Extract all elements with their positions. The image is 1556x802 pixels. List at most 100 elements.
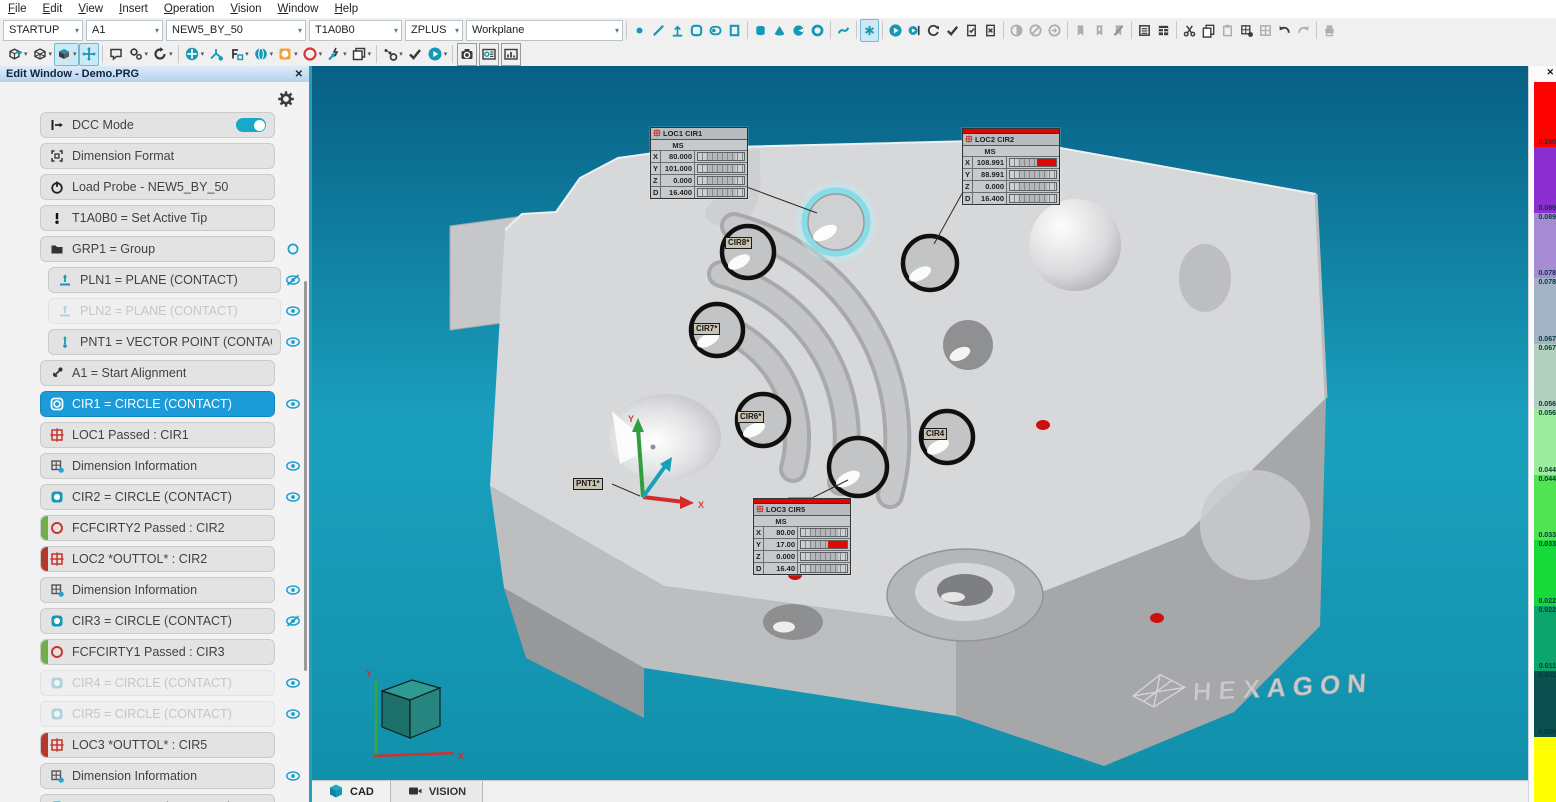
eye-icon[interactable]: [285, 706, 301, 722]
execute-feature-icon[interactable]: [905, 19, 924, 42]
menu-view[interactable]: View: [70, 0, 111, 18]
point-feature-icon[interactable]: [630, 19, 649, 42]
dimension-annotation-loc1-cir1[interactable]: LOC1 CIR1MSX80.000Y101.000Z0.000D16.400: [650, 127, 748, 199]
command-cir5-circle-contact[interactable]: CIR5 = CIRCLE (CONTACT): [40, 701, 275, 727]
feature-tag-cir7[interactable]: CIR7*: [693, 323, 720, 335]
selected-circle-highlight[interactable]: [802, 188, 870, 256]
program-cancel-icon[interactable]: [981, 19, 1000, 42]
eye-icon[interactable]: [285, 768, 301, 784]
wireframe-view-icon[interactable]: ▾: [30, 43, 55, 66]
command-cir2-circle-contact[interactable]: CIR2 = CIRCLE (CONTACT): [40, 484, 275, 510]
circle-feature-icon[interactable]: [687, 19, 706, 42]
command-loc1-passed-cir1[interactable]: LOC1 Passed : CIR1: [40, 422, 275, 448]
command-cir1-circle-contact[interactable]: CIR1 = CIRCLE (CONTACT): [40, 391, 275, 417]
axis-combo[interactable]: A1▾: [86, 20, 163, 41]
cone-feature-icon[interactable]: [770, 19, 789, 42]
print-icon[interactable]: [1320, 19, 1339, 42]
redo-icon[interactable]: [1294, 19, 1313, 42]
paste-special-icon[interactable]: [1237, 19, 1256, 42]
goto-icon[interactable]: [1045, 19, 1064, 42]
program-verify-icon[interactable]: [962, 19, 981, 42]
vector-point-feature-icon[interactable]: [668, 19, 687, 42]
view-rosette-icon[interactable]: ▾: [182, 43, 207, 66]
copy-icon[interactable]: [1199, 19, 1218, 42]
pan-view-icon[interactable]: [79, 43, 99, 66]
edit-window-scrollbar[interactable]: [304, 281, 307, 671]
report-template-icon[interactable]: [1154, 19, 1173, 42]
eye-icon[interactable]: [285, 489, 301, 505]
cad-viewport[interactable]: HEXAGON X Y Y X: [312, 66, 1528, 780]
command-loc2-outtol-cir2[interactable]: LOC2 *OUTTOL* : CIR2: [40, 546, 275, 572]
eye-off-icon[interactable]: [285, 613, 301, 629]
annotation-icon[interactable]: [106, 43, 126, 66]
gear-icon[interactable]: [277, 90, 295, 108]
command-cir4-circle-contact[interactable]: CIR4 = CIRCLE (CONTACT): [40, 670, 275, 696]
menu-edit[interactable]: Edit: [35, 0, 71, 18]
pattern-icon[interactable]: [1256, 19, 1275, 42]
menu-window[interactable]: Window: [270, 0, 327, 18]
command-fcfcirty2-passed-cir2[interactable]: FCFCIRTY2 Passed : CIR2: [40, 515, 275, 541]
eye-icon[interactable]: [285, 303, 301, 319]
solid-view-icon[interactable]: ▾: [54, 43, 79, 66]
confirm-icon[interactable]: [405, 43, 425, 66]
square-slot-feature-icon[interactable]: [725, 19, 744, 42]
auto-feature-icon[interactable]: [860, 19, 879, 42]
command-dcc-mode[interactable]: DCC Mode: [40, 112, 275, 138]
bookmark-add-icon[interactable]: [1090, 19, 1109, 42]
hole-feature[interactable]: [1179, 244, 1231, 312]
command-loc3-outtol-cir5[interactable]: LOC3 *OUTTOL* : CIR5: [40, 732, 275, 758]
eye-icon[interactable]: [285, 396, 301, 412]
command-dimension-format[interactable]: Dimension Format: [40, 143, 275, 169]
tab-cad[interactable]: CAD: [312, 781, 390, 802]
layers-icon[interactable]: ▾: [349, 43, 374, 66]
half-section-icon[interactable]: [1007, 19, 1026, 42]
visibility-circle-icon[interactable]: [285, 241, 301, 257]
dcc-mode-toggle[interactable]: [236, 118, 266, 132]
bookmark-icon[interactable]: [1071, 19, 1090, 42]
workplane-combo[interactable]: ZPLUS▾: [405, 20, 463, 41]
boss-feature[interactable]: [1200, 470, 1310, 580]
command-dimension-information[interactable]: Dimension Information: [40, 763, 275, 789]
tab-vision[interactable]: VISION: [390, 781, 483, 802]
menu-vision[interactable]: Vision: [222, 0, 269, 18]
line-feature-icon[interactable]: [649, 19, 668, 42]
command-pln1-plane-contact[interactable]: PLN1 = PLANE (CONTACT): [48, 267, 281, 293]
feature-tag-cir8[interactable]: CIR8*: [725, 237, 752, 249]
alignment-combo[interactable]: STARTUP▾: [3, 20, 83, 41]
path-settings-icon[interactable]: ▾: [380, 43, 405, 66]
rendered-sphere-icon[interactable]: ▾: [251, 43, 276, 66]
command-dimension-information[interactable]: Dimension Information: [40, 453, 275, 479]
mark-done-icon[interactable]: [943, 19, 962, 42]
eye-icon[interactable]: [285, 458, 301, 474]
tip-combo[interactable]: T1A0B0▾: [309, 20, 402, 41]
close-icon[interactable]: ✕: [295, 69, 303, 80]
report-list-icon[interactable]: [1135, 19, 1154, 42]
report-window-icon[interactable]: [479, 43, 499, 66]
paste-icon[interactable]: [1218, 19, 1237, 42]
feature-tag-pnt1[interactable]: PNT1*: [573, 478, 603, 490]
undo-icon[interactable]: [1275, 19, 1294, 42]
cylinder-feature-icon[interactable]: [751, 19, 770, 42]
command-fcfcirty1-passed-cir3[interactable]: FCFCIRTY1 Passed : CIR3: [40, 639, 275, 665]
eye-icon[interactable]: [285, 582, 301, 598]
rotate-view-icon[interactable]: ▾: [150, 43, 175, 66]
dimension-annotation-loc2-cir2[interactable]: LOC2 CIR2MSX108.991Y88.991Z0.000D16.400: [962, 128, 1060, 205]
execute-loop-icon[interactable]: [924, 19, 943, 42]
export-cad-icon[interactable]: ▾: [5, 43, 30, 66]
edit-window-titlebar[interactable]: Edit Window - Demo.PRG ✕: [0, 66, 309, 82]
probe-file-icon[interactable]: ▾: [226, 43, 251, 66]
eye-icon[interactable]: [285, 334, 301, 350]
cut-icon[interactable]: [1180, 19, 1199, 42]
curve-feature-icon[interactable]: [834, 19, 853, 42]
eye-off-icon[interactable]: [285, 272, 301, 288]
probe-path-icon[interactable]: [206, 43, 226, 66]
command-pnt1-vector-point-contac[interactable]: PNT1 = VECTOR POINT (CONTAC: [48, 329, 281, 355]
sphere-feature-icon[interactable]: [789, 19, 808, 42]
command-t1a0b0-set-active-tip[interactable]: T1A0B0 = Set Active Tip: [40, 205, 275, 231]
dimension-annotation-loc3-cir5[interactable]: LOC3 CIR5MSX80.00Y17.00Z0.000D16.40: [753, 498, 851, 575]
command-cir3-circle-contact[interactable]: CIR3 = CIRCLE (CONTACT): [40, 608, 275, 634]
settings-gears-icon[interactable]: ▾: [126, 43, 151, 66]
probe-combo[interactable]: NEW5_BY_50▾: [166, 20, 306, 41]
command-dimension-information[interactable]: Dimension Information: [40, 577, 275, 603]
feature-tag-cir4[interactable]: CIR4: [923, 428, 947, 440]
